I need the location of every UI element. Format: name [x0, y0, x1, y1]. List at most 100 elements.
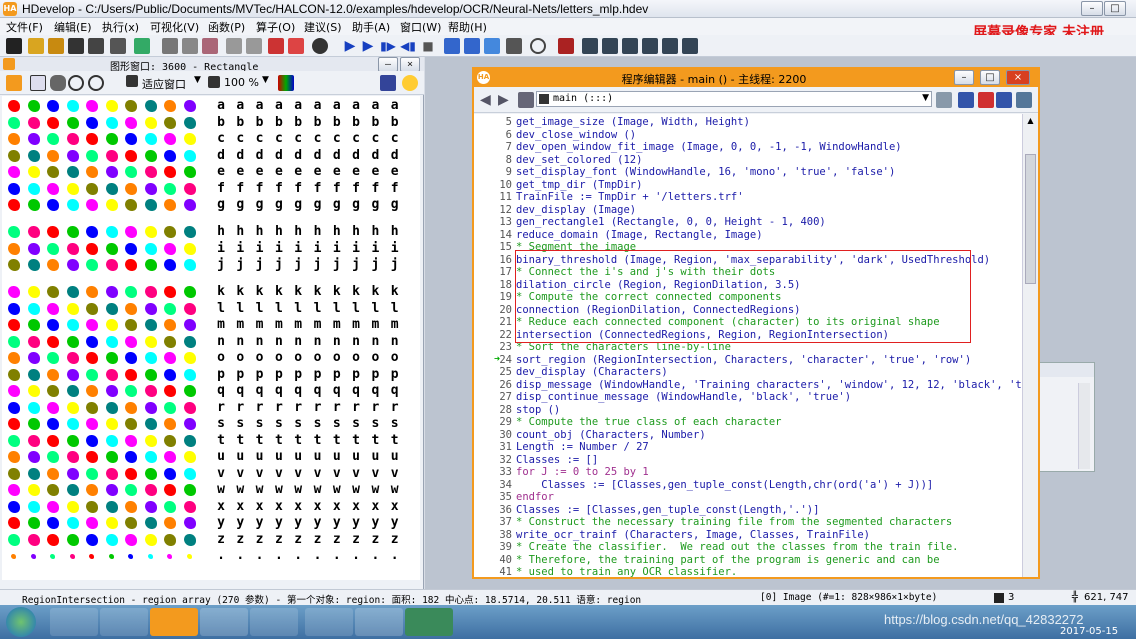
code-line[interactable]: Length := Number / 27 — [516, 441, 649, 453]
code-line[interactable]: write_ocr_trainf (Characters, Image, Cla… — [516, 529, 870, 541]
menu-window[interactable]: 窗口(W) — [400, 19, 441, 35]
zoom-dropdown-icon[interactable]: ▼ — [262, 75, 269, 85]
code-line[interactable]: sort_region (RegionIntersection, Charact… — [516, 354, 971, 366]
app-icon[interactable] — [100, 608, 148, 636]
media-icon[interactable] — [250, 608, 298, 636]
code-line[interactable]: endfor — [516, 491, 554, 503]
editor-minimize-button[interactable]: – — [954, 70, 974, 85]
code-line[interactable]: set_display_font (WindowHandle, 16, 'mon… — [516, 166, 895, 178]
code-line[interactable]: TrainFile := TmpDir + '/letters.trf' — [516, 191, 744, 203]
menu-suggestions[interactable]: 建议(S) — [304, 19, 342, 35]
code-line[interactable]: Classes := [Classes,gen_tuple_const(Leng… — [516, 479, 933, 491]
ie-icon[interactable] — [50, 608, 98, 636]
code-line[interactable]: dev_display (Characters) — [516, 366, 668, 378]
open-icon[interactable] — [28, 38, 44, 54]
calculator-icon[interactable] — [200, 608, 248, 636]
procedure-icon[interactable] — [518, 92, 534, 108]
graphics-minimize-button[interactable]: – — [378, 57, 398, 72]
zoom-icon[interactable] — [88, 75, 104, 91]
undo-icon[interactable] — [226, 38, 242, 54]
open-example-icon[interactable] — [48, 38, 64, 54]
halcon-settings-icon[interactable] — [6, 75, 22, 91]
step-over-icon[interactable]: ▮▶ — [380, 38, 396, 54]
back-arrow-icon[interactable]: ◀ — [480, 92, 491, 108]
chart-icon[interactable] — [582, 38, 598, 54]
pan-hand-icon[interactable] — [50, 75, 66, 91]
fit-window-button[interactable]: 适应窗口 — [142, 76, 186, 92]
display-options-icon[interactable] — [380, 75, 396, 91]
procedure-interface-icon[interactable] — [996, 92, 1012, 108]
code-line[interactable]: get_image_size (Image, Width, Height) — [516, 116, 750, 128]
code-line[interactable]: * used to train any OCR classifier. — [516, 566, 737, 577]
light-bulb-icon[interactable] — [402, 75, 418, 91]
binoculars-icon[interactable] — [312, 38, 328, 54]
code-line[interactable]: disp_continue_message (WindowHandle, 'bl… — [516, 391, 851, 403]
halcon-task-icon[interactable] — [150, 608, 198, 636]
save-icon[interactable] — [68, 38, 84, 54]
tools-icon[interactable] — [558, 38, 574, 54]
code-line[interactable]: * Construct the necessary training file … — [516, 516, 952, 528]
new-icon[interactable] — [6, 38, 22, 54]
insert-icon[interactable] — [268, 38, 284, 54]
line-profile-icon[interactable] — [622, 38, 638, 54]
code-line[interactable]: gen_rectangle1 (Rectangle, 0, 0, Height … — [516, 216, 826, 228]
code-line[interactable]: reduce_domain (Image, Rectangle, Image) — [516, 229, 763, 241]
chevron-down-icon[interactable]: ▼ — [922, 93, 929, 103]
breakpoint-icon[interactable] — [484, 38, 500, 54]
editor-close-button[interactable]: × — [1006, 70, 1030, 85]
procedure-select[interactable]: main (:::) ▼ — [536, 91, 932, 107]
browser-icon[interactable] — [305, 608, 353, 636]
histogram-icon[interactable] — [602, 38, 618, 54]
stop-icon[interactable]: ■ — [420, 38, 436, 54]
cut-icon[interactable] — [162, 38, 178, 54]
code-line[interactable]: for J := 0 to 25 by 1 — [516, 466, 649, 478]
chevron-down-icon[interactable]: ▼ — [194, 75, 201, 85]
code-line[interactable]: Classes := [] — [516, 454, 598, 466]
recorder-icon[interactable] — [405, 608, 453, 636]
code-line[interactable]: * Compute the true class of each charact… — [516, 416, 782, 428]
variable-scrollbar[interactable] — [1078, 383, 1090, 469]
code-line[interactable]: * Create the classifier. We read out the… — [516, 541, 959, 553]
code-line[interactable]: disp_message (WindowHandle, 'Training ch… — [516, 379, 1022, 391]
minimize-button[interactable]: – — [1081, 1, 1103, 16]
procedure-list-icon[interactable] — [936, 92, 952, 108]
redo-icon[interactable] — [246, 38, 262, 54]
magnify-icon[interactable] — [68, 75, 84, 91]
code-line[interactable]: dev_set_colored (12) — [516, 154, 642, 166]
code-line[interactable]: get_tmp_dir (TmpDir) — [516, 179, 642, 191]
code-line[interactable]: dev_open_window_fit_image (Image, 0, 0, … — [516, 141, 902, 153]
scroll-thumb[interactable] — [1025, 154, 1036, 284]
menu-visualize[interactable]: 可视化(V) — [150, 19, 199, 35]
delete-icon[interactable] — [288, 38, 304, 54]
editor-scrollbar[interactable]: ▲ — [1022, 114, 1038, 577]
save-as-icon[interactable] — [88, 38, 104, 54]
menu-operators[interactable]: 算子(O) — [256, 19, 295, 35]
code-line[interactable]: count_obj (Characters, Number) — [516, 429, 706, 441]
settings-icon[interactable] — [506, 38, 522, 54]
graphics-close-button[interactable]: × — [400, 57, 420, 72]
delete-procedure-icon[interactable] — [978, 92, 994, 108]
zoom-level-select[interactable]: 100 % — [224, 76, 259, 89]
menu-file[interactable]: 文件(F) — [6, 19, 43, 35]
feature-icon[interactable] — [642, 38, 658, 54]
menu-functions[interactable]: 函数(P) — [208, 19, 245, 35]
paste-icon[interactable] — [202, 38, 218, 54]
export-icon[interactable] — [134, 38, 150, 54]
menu-execute[interactable]: 执行(x) — [102, 19, 139, 35]
folder-icon[interactable] — [355, 608, 403, 636]
pointer-icon[interactable] — [30, 75, 46, 91]
fit-window-icon[interactable] — [126, 75, 138, 87]
step-into-icon[interactable]: ◀▮ — [400, 38, 416, 54]
procedure-settings-icon[interactable] — [1016, 92, 1032, 108]
image-canvas[interactable]: aaaaaaaaaabbbbbbbbbbccccccccccdddddddddd… — [2, 96, 420, 580]
menu-assistants[interactable]: 助手(A) — [352, 19, 390, 35]
code-line[interactable]: * Therefore, the training part of the pr… — [516, 554, 940, 566]
editor-maximize-button[interactable]: □ — [980, 70, 1000, 85]
color-palette-icon[interactable] — [278, 75, 294, 91]
menu-help[interactable]: 帮助(H) — [448, 19, 487, 35]
copy-icon[interactable] — [182, 38, 198, 54]
maximize-button[interactable]: □ — [1104, 1, 1126, 16]
code-line[interactable]: Classes := [Classes,gen_tuple_const(Leng… — [516, 504, 819, 516]
reset-all-icon[interactable] — [464, 38, 480, 54]
print-icon[interactable] — [110, 38, 126, 54]
